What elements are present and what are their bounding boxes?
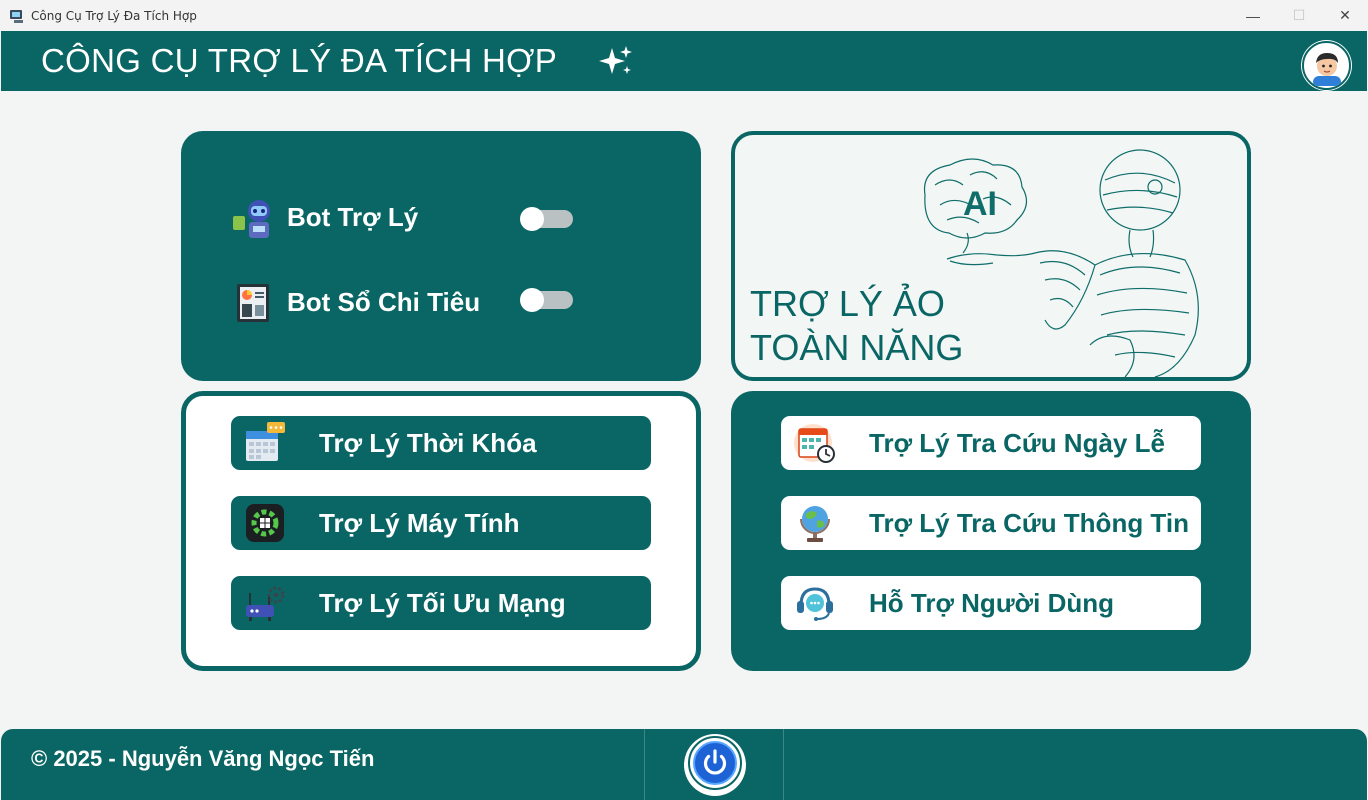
right-tools-panel: Trợ Lý Tra Cứu Ngày Lễ Trợ Lý Tra Cứu Th… <box>731 391 1251 671</box>
power-icon <box>686 734 744 797</box>
left-tools-panel: Trợ Lý Thời Khóa Trợ Lý Máy Tính Trợ Lý … <box>181 391 701 671</box>
page-title: CÔNG CỤ TRỢ LÝ ĐA TÍCH HỢP <box>41 42 558 79</box>
timetable-label: Trợ Lý Thời Khóa <box>319 428 537 458</box>
computer-gear-icon <box>243 501 287 545</box>
info-lookup-button[interactable]: Trợ Lý Tra Cứu Thông Tin <box>781 496 1201 550</box>
user-support-button[interactable]: Hỗ Trợ Người Dùng <box>781 576 1201 630</box>
expense-report-icon <box>231 281 275 325</box>
close-button[interactable]: ✕ <box>1322 0 1368 31</box>
maximize-button[interactable]: ☐ <box>1276 0 1322 31</box>
bots-panel: Bot Trợ Lý Bot Sổ Chi Tiêu <box>181 131 701 381</box>
bot-row-expense <box>231 281 275 325</box>
bot-assistant-toggle[interactable] <box>520 207 573 231</box>
window-title: Công Cụ Trợ Lý Đa Tích Hợp <box>31 8 197 23</box>
app-icon <box>9 8 25 24</box>
sparkle-icon <box>597 44 635 85</box>
computer-assistant-button[interactable]: Trợ Lý Máy Tính <box>231 496 651 550</box>
window-titlebar: Công Cụ Trợ Lý Đa Tích Hợp — ☐ ✕ <box>0 0 1368 31</box>
timetable-button[interactable]: Trợ Lý Thời Khóa <box>231 416 651 470</box>
app-header: CÔNG CỤ TRỢ LÝ ĐA TÍCH HỢP <box>1 31 1367 91</box>
ai-title-line2: TOÀN NĂNG <box>750 327 964 368</box>
calendar-icon <box>243 421 287 465</box>
network-optimizer-label: Trợ Lý Tối Ưu Mạng <box>319 588 566 618</box>
ai-title-line1: TRỢ LÝ ẢO <box>750 283 945 324</box>
minimize-button[interactable]: — <box>1230 0 1276 31</box>
bot-expense-toggle[interactable] <box>520 288 573 312</box>
holiday-calendar-icon <box>793 421 837 465</box>
support-headset-icon <box>793 581 837 625</box>
power-button[interactable] <box>684 734 746 796</box>
info-lookup-label: Trợ Lý Tra Cứu Thông Tin <box>869 508 1189 538</box>
holiday-lookup-label: Trợ Lý Tra Cứu Ngày Lễ <box>869 428 1165 458</box>
user-support-label: Hỗ Trợ Người Dùng <box>869 588 1114 618</box>
router-icon <box>243 581 287 625</box>
power-area <box>644 729 784 800</box>
bot-expense-label: Bot Sổ Chi Tiêu <box>287 287 481 317</box>
bot-row-assistant <box>231 196 275 240</box>
computer-assistant-label: Trợ Lý Máy Tính <box>319 508 520 538</box>
app-footer: © 2025 - Nguyễn Văng Ngọc Tiến <box>1 729 1367 800</box>
network-optimizer-button[interactable]: Trợ Lý Tối Ưu Mạng <box>231 576 651 630</box>
ai-badge: AI <box>963 185 997 223</box>
globe-icon <box>793 501 837 545</box>
user-avatar[interactable] <box>1302 41 1351 90</box>
holiday-lookup-button[interactable]: Trợ Lý Tra Cứu Ngày Lễ <box>781 416 1201 470</box>
bot-assistant-label: Bot Trợ Lý <box>287 202 419 232</box>
ai-banner: AI TRỢ LÝ ẢO TOÀN NĂNG <box>731 131 1251 381</box>
copyright-text: © 2025 - Nguyễn Văng Ngọc Tiến <box>31 746 375 771</box>
robot-icon <box>231 196 275 240</box>
